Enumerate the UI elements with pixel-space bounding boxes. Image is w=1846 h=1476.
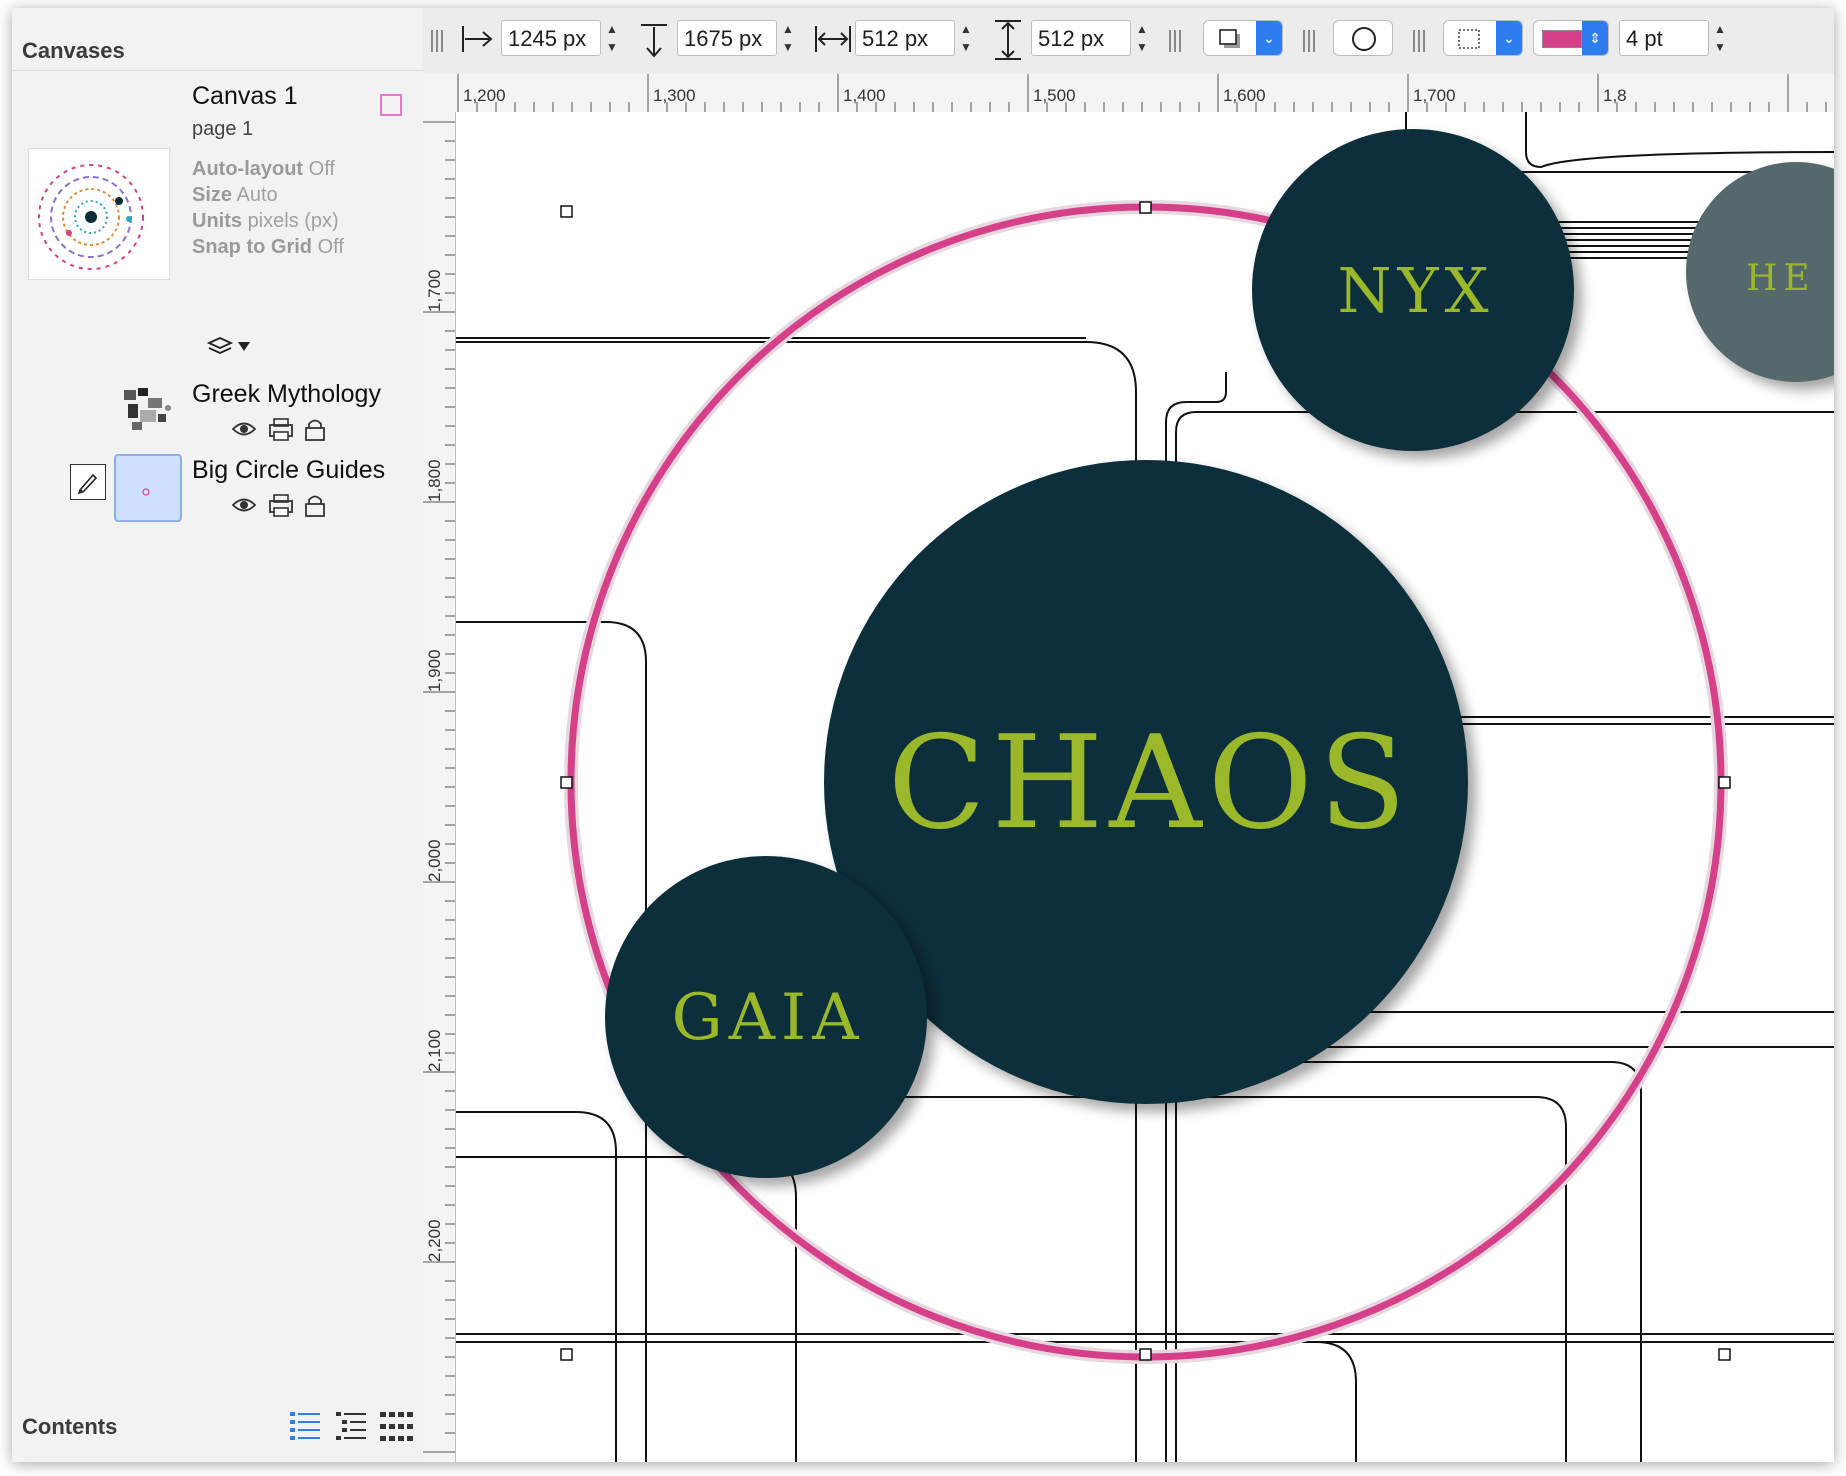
height-field[interactable]: 512 px (1031, 20, 1131, 56)
y-stepper[interactable]: ▲ ▼ (779, 20, 797, 56)
chevron-down-icon: ⌄ (1256, 21, 1282, 55)
y-position-icon (641, 24, 667, 58)
grid-view-icon[interactable] (380, 1412, 413, 1441)
stroke-color-well[interactable]: ⇕ (1533, 20, 1609, 56)
node-label: NYX (1337, 254, 1494, 327)
layer-name-greek-mythology[interactable]: Greek Mythology (192, 380, 381, 409)
shadow-style-popup[interactable]: ⌄ (1203, 20, 1283, 56)
x-position-field[interactable]: 1245 px (501, 20, 601, 56)
dotted-border-icon (1458, 29, 1480, 49)
prop-key: Units (192, 210, 242, 232)
prop-value: Auto (236, 184, 278, 206)
prop-key: Auto-layout (192, 158, 304, 180)
prop-size: Size Auto (192, 184, 278, 207)
canvases-sidebar: Canvases Canvas 1 page 1 Auto-layout Off… (12, 8, 424, 1462)
shadow-icon (1219, 29, 1240, 48)
edit-layer-pencil-icon[interactable] (70, 464, 106, 500)
canvas-thumbnail[interactable] (28, 148, 170, 280)
visibility-eye-icon[interactable] (231, 422, 257, 436)
ruler-label: 1,400 (843, 86, 886, 105)
prop-auto-layout: Auto-layout Off (192, 158, 335, 181)
ruler-label: 1,8 (1603, 86, 1627, 105)
print-icon[interactable] (269, 494, 293, 517)
chevron-down-icon: ⌄ (1496, 21, 1522, 55)
canvas-frame-icon[interactable] (380, 94, 402, 116)
ruler-label: 1,700 (425, 269, 444, 312)
print-icon[interactable] (269, 418, 293, 441)
height-icon (995, 20, 1021, 60)
prop-value: Off (308, 158, 335, 180)
x-stepper[interactable]: ▲ ▼ (603, 20, 621, 56)
width-field[interactable]: 512 px (855, 20, 955, 56)
layer-preview-icon (124, 388, 171, 430)
color-stepper-icon: ⇕ (1582, 21, 1608, 55)
node-label: CHAOS (888, 709, 1413, 858)
inspector-toolbar: 1245 px ▲ ▼ 1675 px ▲ ▼ 512 px ▲ ▼ 512 px ▲… (423, 8, 1834, 75)
canvas-subtitle: page 1 (192, 118, 254, 140)
toolbar-grip[interactable] (1413, 30, 1427, 52)
ruler-label: 2,200 (425, 1219, 444, 1262)
layer-thumbnail-greek[interactable] (118, 384, 178, 434)
layers-menu-button[interactable] (206, 334, 254, 358)
layers-icon (206, 337, 250, 354)
sidebar-header: Canvases (22, 38, 125, 63)
thumbnail-preview-icon (38, 164, 144, 270)
prop-key: Size (192, 184, 233, 206)
ruler-label: 1,800 (425, 459, 444, 502)
toolbar-grip[interactable] (431, 30, 445, 52)
contents-header: Contents (22, 1414, 118, 1439)
ruler-label: 2,000 (425, 839, 444, 882)
layer-thumbnail-big-circle[interactable] (114, 454, 182, 522)
y-position-field[interactable]: 1675 px (677, 20, 777, 56)
ruler-label: 1,900 (425, 649, 444, 692)
vertical-ruler[interactable]: 1,700 1,800 1,900 2,000 2,100 2,200 (423, 112, 456, 1462)
node-label: GAIA (672, 981, 865, 1055)
view-mode-switcher (276, 1408, 426, 1448)
outline-view-icon[interactable] (336, 1412, 366, 1440)
node-gaia[interactable]: GAIA (605, 856, 927, 1178)
width-stepper[interactable]: ▲ ▼ (957, 20, 975, 56)
horizontal-ruler[interactable]: 1,200 1,300 1,400 1,500 1,600 1,700 1,8 (423, 74, 1834, 113)
shape-circle-button[interactable] (1333, 20, 1393, 56)
stroke-color-swatch (1542, 30, 1582, 48)
layer-controls (230, 492, 340, 518)
lock-icon[interactable] (305, 419, 325, 441)
node-label: HE (1746, 258, 1816, 299)
list-view-icon[interactable] (290, 1412, 320, 1440)
lock-icon[interactable] (305, 495, 325, 517)
node-partial[interactable]: HE (1686, 162, 1834, 382)
ruler-label: 1,200 (463, 86, 506, 105)
prop-units: Units pixels (px) (192, 210, 339, 233)
layer-controls (230, 416, 340, 442)
ruler-label: 1,600 (1223, 86, 1266, 105)
divider (12, 70, 423, 71)
layer-name-big-circle-guides[interactable]: Big Circle Guides (192, 456, 385, 485)
app-window: Canvases Canvas 1 page 1 Auto-layout Off… (12, 8, 1834, 1462)
toolbar-grip[interactable] (1303, 30, 1317, 52)
ruler-label: 2,100 (425, 1029, 444, 1072)
layer-preview-icon (142, 488, 150, 496)
drawing-canvas[interactable]: NYX HE CHAOS GAIA (456, 112, 1834, 1462)
visibility-eye-icon[interactable] (231, 498, 257, 512)
circle-shape-icon (1352, 27, 1376, 51)
ruler-label: 1,700 (1413, 86, 1456, 105)
stroke-style-popup[interactable]: ⌄ (1443, 20, 1523, 56)
canvas-title[interactable]: Canvas 1 (192, 82, 298, 111)
x-position-icon (462, 26, 493, 52)
prop-snap-to-grid: Snap to Grid Off (192, 236, 344, 259)
toolbar-grip[interactable] (1169, 30, 1183, 52)
node-nyx[interactable]: NYX (1252, 129, 1574, 451)
prop-key: Snap to Grid (192, 236, 312, 258)
canvas-drawing: NYX HE CHAOS GAIA (456, 112, 1834, 1462)
prop-value: Off (317, 236, 344, 258)
height-stepper[interactable]: ▲ ▼ (1133, 20, 1151, 56)
prop-value: pixels (px) (247, 210, 339, 232)
ruler-label: 1,300 (653, 86, 696, 105)
ruler-label: 1,500 (1033, 86, 1076, 105)
width-icon (815, 26, 851, 52)
stroke-width-field[interactable]: 4 pt (1619, 20, 1709, 56)
stroke-width-stepper[interactable]: ▲ ▼ (1711, 20, 1729, 56)
